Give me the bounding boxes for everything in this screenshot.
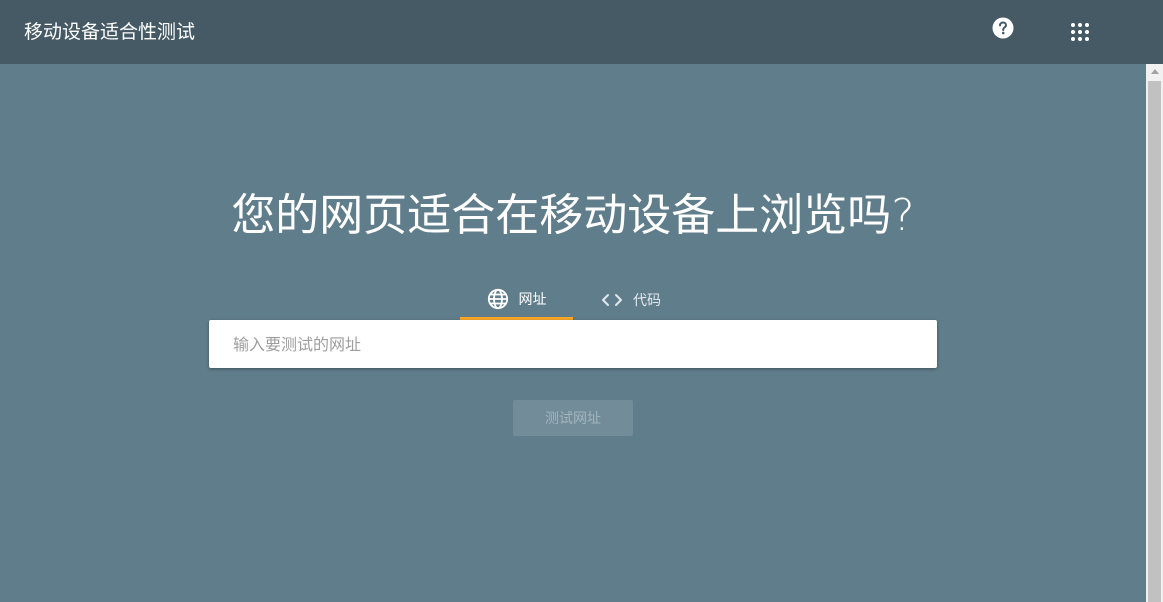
apps-grid-icon — [1071, 23, 1089, 41]
help-button[interactable] — [992, 17, 1014, 39]
code-icon — [602, 294, 622, 306]
vertical-scrollbar[interactable] — [1146, 64, 1163, 602]
tab-code-label: 代码 — [633, 293, 661, 309]
globe-icon — [487, 288, 508, 309]
scroll-up-arrow-icon[interactable] — [1151, 69, 1159, 74]
page-headline: 您的网页适合在移动设备上浏览吗? — [231, 190, 915, 241]
tab-code[interactable]: 代码 — [586, 280, 676, 320]
top-app-bar: 移动设备适合性测试 — [0, 0, 1163, 64]
url-input[interactable] — [209, 320, 937, 368]
tab-url[interactable]: 网址 — [460, 280, 573, 320]
scrollbar-thumb[interactable] — [1148, 81, 1161, 602]
test-url-button[interactable]: 测试网址 — [513, 400, 633, 436]
tab-url-label: 网址 — [518, 291, 547, 308]
help-circle-icon — [992, 17, 1014, 39]
app-title: 移动设备适合性测试 — [24, 21, 196, 43]
apps-button[interactable] — [1070, 22, 1090, 42]
